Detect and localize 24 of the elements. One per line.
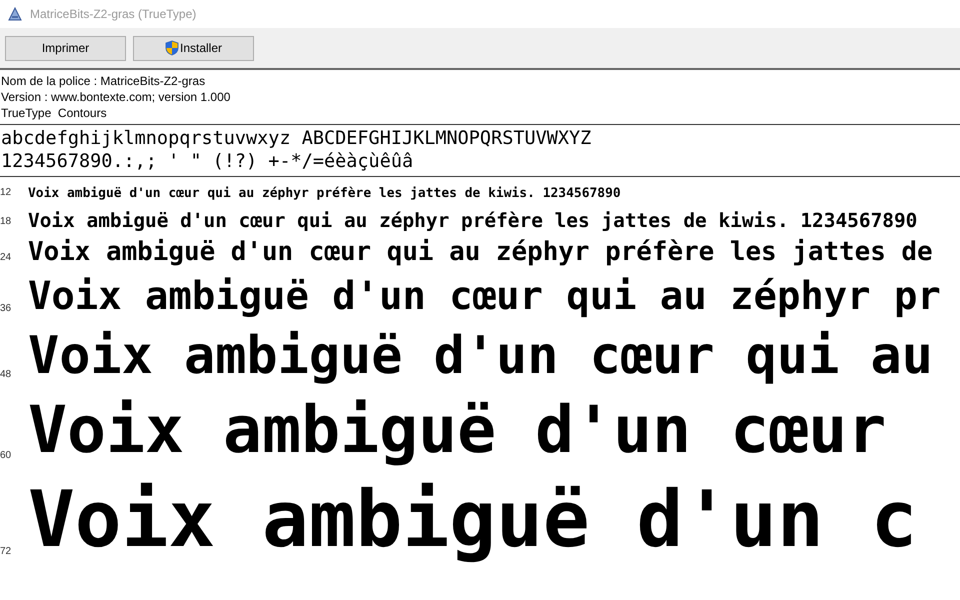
character-set-text: 1234567890.:,; ' " (!?) +-*/=éèàçùêûâ: [1, 150, 414, 173]
font-size-label: 72: [0, 546, 12, 559]
toolbar-button[interactable]: Imprimer: [5, 36, 126, 60]
sample-text: Voix ambiguë d'un cœur qui au zéphyr préfère les jattes de: [28, 240, 933, 266]
font-size-label: 24: [0, 252, 12, 265]
font-size-label: 60: [0, 450, 12, 463]
font-app-icon: [8, 7, 22, 21]
font-size-label: 48: [0, 369, 12, 382]
font-size-label: 18: [0, 216, 12, 229]
font-info-text: Version : www.bontexte.com; version 1.000: [1, 89, 232, 105]
toolbar-button[interactable]: Installer: [133, 36, 254, 60]
sample-text: Voix ambiguë d'un cœur qui au: [28, 331, 933, 383]
sample-text: Voix ambiguë d'un cœur qui au zéphyr préfère les jattes de kiwis. 1234567890: [28, 188, 621, 201]
character-set-text: abcdefghijklmnopqrstuvwxyz ABCDEFGHIJKLMNOPQRSTUVWXYZ: [1, 127, 592, 150]
sample-text: Voix ambiguë d'un cœur qui au zéphyr pr: [28, 278, 941, 317]
font-size-label: 12: [0, 187, 12, 200]
shield-icon: [164, 40, 179, 56]
font-info-text: TrueType Contours: [1, 105, 108, 121]
sample-text: Voix ambiguë d'un cœur: [28, 399, 886, 464]
sample-text: Voix ambiguë d'un cœur qui au zéphyr préfère les jattes de kiwis. 1234567890: [28, 210, 918, 230]
font-info-text: Nom de la police : MatriceBits-Z2-gras: [1, 73, 206, 89]
font-size-label: 36: [0, 303, 12, 316]
window-title: MatriceBits-Z2-gras (TrueType): [30, 7, 196, 21]
sample-text: Voix ambiguë d'un c: [28, 482, 918, 560]
